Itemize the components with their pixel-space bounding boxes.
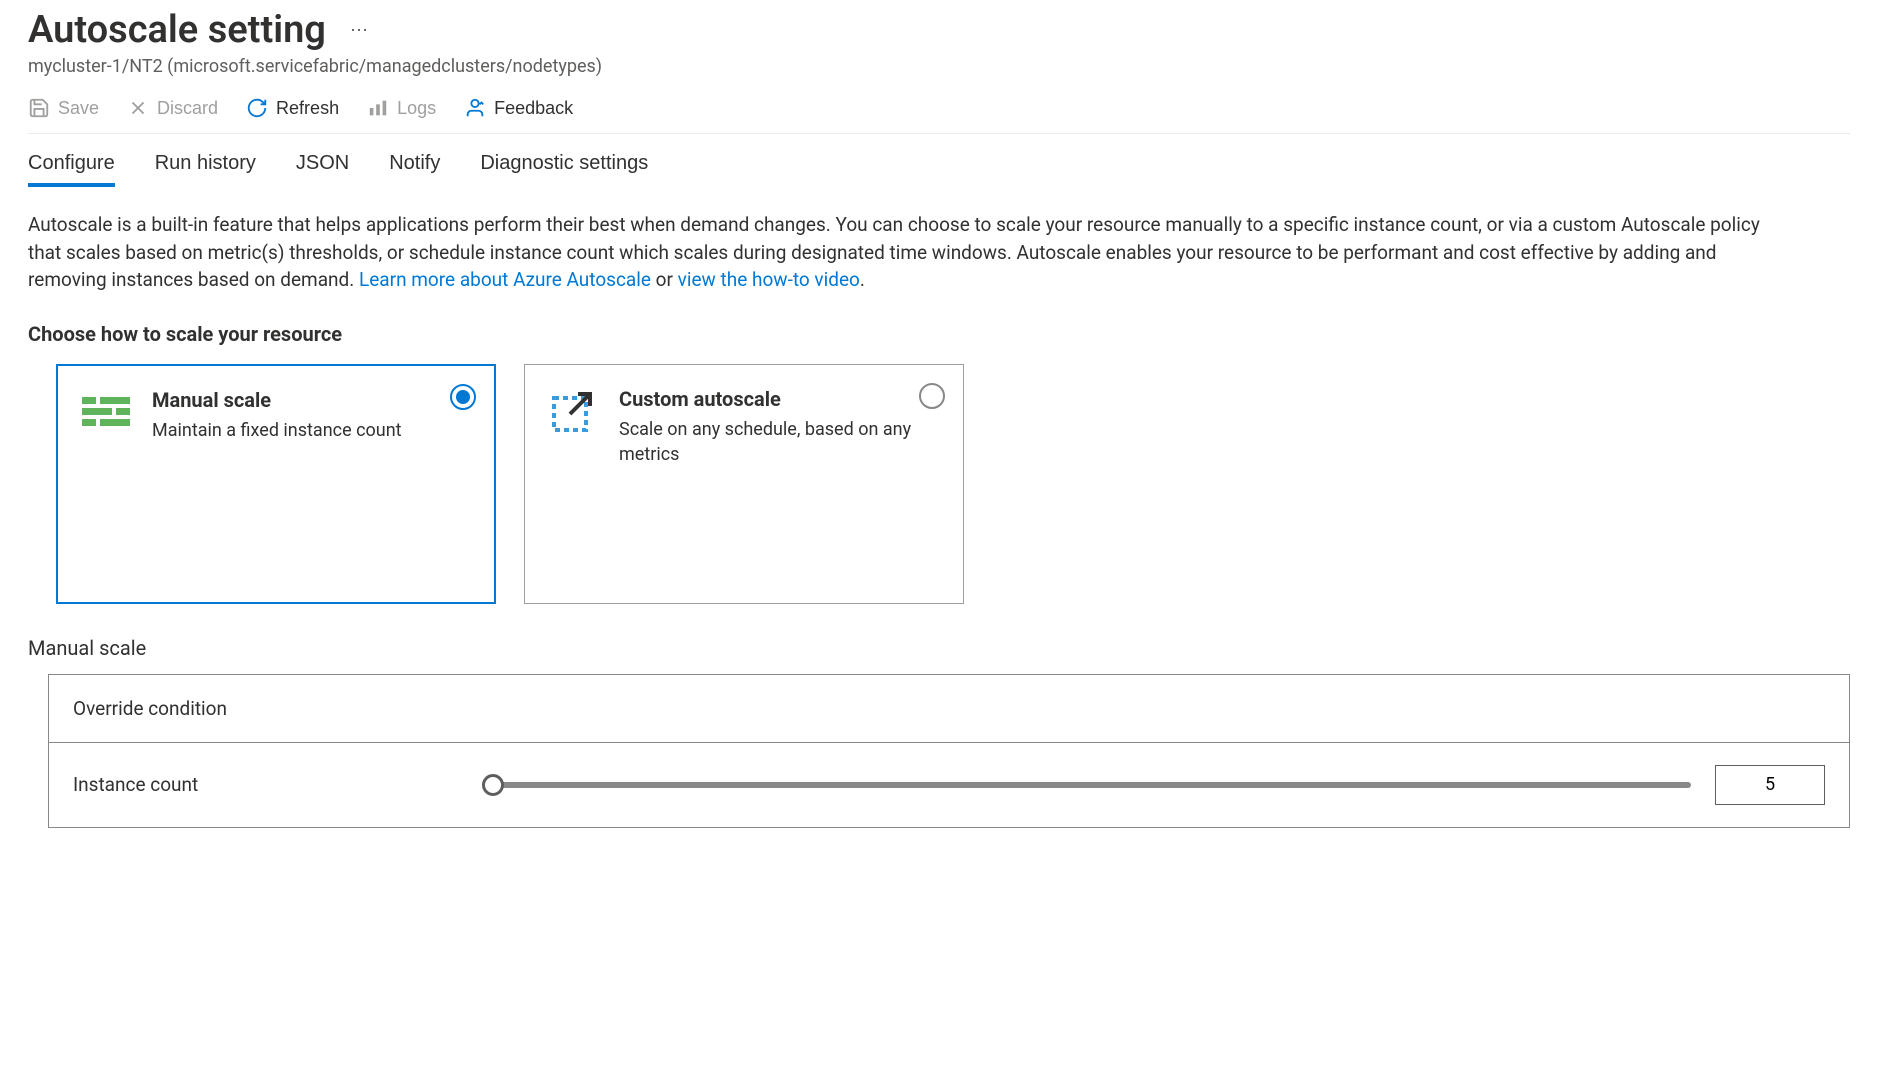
learn-more-link[interactable]: Learn more about Azure Autoscale <box>359 268 651 291</box>
scale-cards: Manual scale Maintain a fixed instance c… <box>56 364 1850 604</box>
refresh-button[interactable]: Refresh <box>246 97 339 119</box>
instance-count-label: Instance count <box>73 773 453 796</box>
manual-scale-heading: Manual scale <box>28 636 1850 660</box>
more-icon[interactable]: ⋯ <box>350 20 369 41</box>
scale-section-heading: Choose how to scale your resource <box>28 322 1850 346</box>
save-icon <box>28 97 50 119</box>
feedback-button[interactable]: Feedback <box>464 97 573 119</box>
feedback-label: Feedback <box>494 98 573 119</box>
discard-label: Discard <box>157 98 218 119</box>
tab-run-history[interactable]: Run history <box>155 152 256 187</box>
tab-diagnostic[interactable]: Diagnostic settings <box>480 152 648 187</box>
toolbar: Save Discard Refresh Logs Feedback <box>28 97 1850 134</box>
manual-scale-icon <box>78 388 134 436</box>
manual-scale-panel: Override condition Instance count <box>48 674 1850 828</box>
page-title: Autoscale setting <box>28 8 326 52</box>
desc-part-3: . <box>860 268 865 291</box>
tab-json[interactable]: JSON <box>296 152 349 187</box>
manual-scale-card[interactable]: Manual scale Maintain a fixed instance c… <box>56 364 496 604</box>
slider-thumb[interactable] <box>482 774 504 796</box>
resource-path: mycluster-1/NT2 (microsoft.servicefabric… <box>28 56 1850 77</box>
manual-scale-radio[interactable] <box>450 384 476 410</box>
logs-button: Logs <box>367 97 436 119</box>
manual-scale-title: Manual scale <box>152 388 474 412</box>
feedback-icon <box>464 97 486 119</box>
how-to-video-link[interactable]: view the how-to video <box>678 268 860 291</box>
logs-icon <box>367 97 389 119</box>
custom-autoscale-card[interactable]: Custom autoscale Scale on any schedule, … <box>524 364 964 604</box>
logs-label: Logs <box>397 98 436 119</box>
custom-autoscale-radio[interactable] <box>919 383 945 409</box>
refresh-icon <box>246 97 268 119</box>
tab-notify[interactable]: Notify <box>389 152 440 187</box>
tab-configure[interactable]: Configure <box>28 152 115 187</box>
custom-autoscale-icon <box>545 387 601 435</box>
override-condition-row: Override condition <box>49 675 1849 743</box>
manual-scale-desc: Maintain a fixed instance count <box>152 418 474 443</box>
custom-autoscale-desc: Scale on any schedule, based on any metr… <box>619 417 943 467</box>
tab-bar: Configure Run history JSON Notify Diagno… <box>28 152 1850 187</box>
discard-icon <box>127 97 149 119</box>
refresh-label: Refresh <box>276 98 339 119</box>
custom-autoscale-title: Custom autoscale <box>619 387 943 411</box>
desc-part-1: Autoscale is a built-in feature that hel… <box>28 213 1760 291</box>
discard-button: Discard <box>127 97 218 119</box>
save-label: Save <box>58 98 99 119</box>
override-condition-label: Override condition <box>73 697 453 720</box>
description-text: Autoscale is a built-in feature that hel… <box>28 211 1788 294</box>
save-button: Save <box>28 97 99 119</box>
instance-count-slider[interactable] <box>493 782 1691 788</box>
instance-count-input[interactable] <box>1715 765 1825 805</box>
desc-part-2: or <box>651 268 678 291</box>
instance-count-row: Instance count <box>49 743 1849 827</box>
